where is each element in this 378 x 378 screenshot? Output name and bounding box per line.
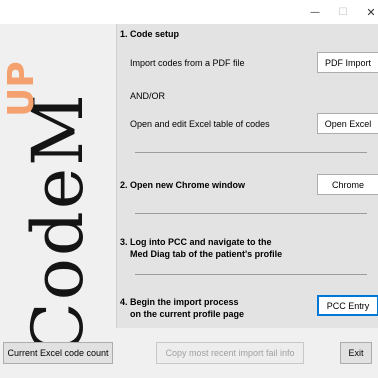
pcc-entry-button[interactable]: PCC Entry [317,295,378,316]
title-bar: — ☐ ✕ [0,0,378,24]
chrome-button[interactable]: Chrome [317,174,378,195]
step3-heading-line1: 3. Log into PCC and navigate to the [120,237,272,247]
separator [135,213,367,214]
pdf-import-button[interactable]: PDF Import [317,52,378,73]
copy-import-fail-info-button: Copy most recent import fail info [156,342,304,364]
steps-panel: 1. Code setup Import codes from a PDF fi… [116,24,378,328]
logo-main-text: CodeM [17,92,99,356]
close-icon[interactable]: ✕ [356,0,378,24]
pdf-import-label: Import codes from a PDF file [130,58,245,68]
open-excel-label: Open and edit Excel table of codes [130,119,270,129]
step3-heading-line2: Med Diag tab of the patient's profile [130,249,283,259]
open-excel-button[interactable]: Open Excel [317,113,378,134]
step1-heading: 1. Code setup [120,29,180,39]
step4-heading-line1: 4. Begin the import process [120,297,239,307]
minimize-icon[interactable]: — [300,0,330,24]
logo-panel: CodeM UP [0,24,116,356]
step2-heading: 2. Open new Chrome window [120,180,246,190]
step4-heading-line2: on the current profile page [130,309,245,319]
and-or-label: AND/OR [130,91,166,101]
current-excel-code-count-button[interactable]: Current Excel code count [3,342,113,364]
separator [135,152,367,153]
separator [135,274,367,275]
exit-button[interactable]: Exit [340,342,372,364]
maximize-icon: ☐ [338,6,348,18]
logo-up-text: UP [1,61,42,117]
